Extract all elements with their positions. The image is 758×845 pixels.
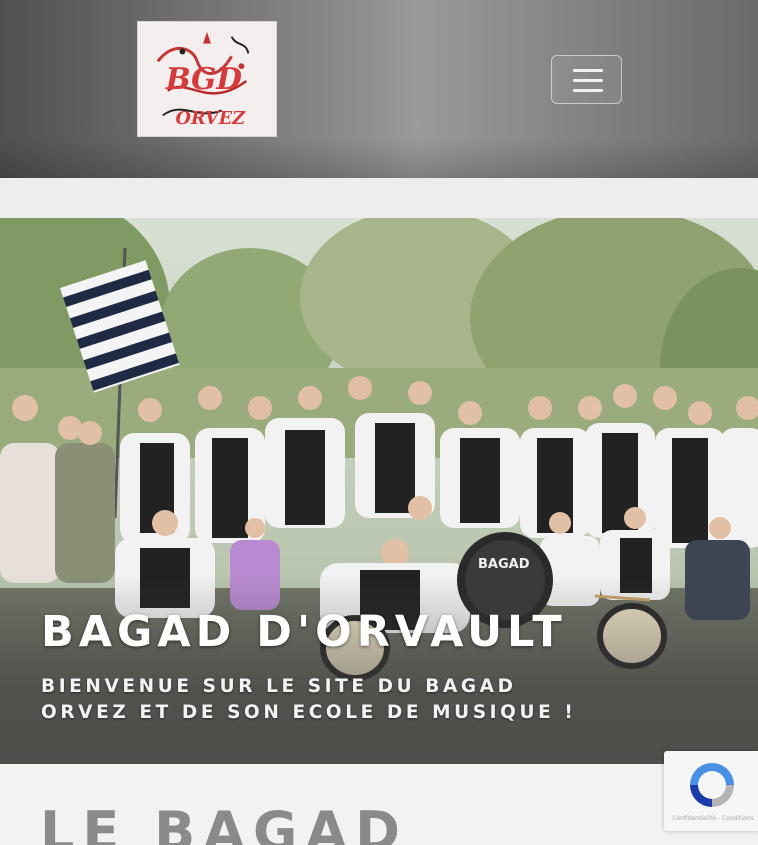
recaptcha-icon: [690, 763, 734, 807]
logo-graphic: BGD ORVEZ: [138, 22, 276, 136]
section-title: LE BAGAD: [40, 800, 408, 845]
site-header: BGD ORVEZ: [0, 0, 758, 178]
hero-overlay: [0, 574, 758, 764]
svg-text:BAGAD: BAGAD: [478, 557, 530, 572]
header-spacer: [0, 178, 758, 218]
hero-subtitle-line-2: Orvez et de son ecole de musique !: [41, 702, 577, 723]
hero-subtitle-line-1: Bienvenue sur le site du Bagad: [41, 676, 517, 697]
recaptcha-terms[interactable]: Confidentialité - Conditions: [668, 815, 758, 822]
navbar-toggle-button[interactable]: [551, 55, 622, 104]
svg-text:BGD: BGD: [165, 61, 243, 96]
hero-title: BAGAD D'ORVAULT: [41, 607, 567, 657]
site-logo[interactable]: BGD ORVEZ: [137, 21, 277, 137]
svg-text:ORVEZ: ORVEZ: [176, 108, 247, 129]
recaptcha-badge[interactable]: Confidentialité - Conditions: [664, 751, 758, 831]
hero-banner: BAGAD BAGAD D'ORVAULT Bienvenue sur le s…: [0, 218, 758, 764]
hero-subtitle: Bienvenue sur le site du Bagad Orvez et …: [41, 674, 601, 726]
